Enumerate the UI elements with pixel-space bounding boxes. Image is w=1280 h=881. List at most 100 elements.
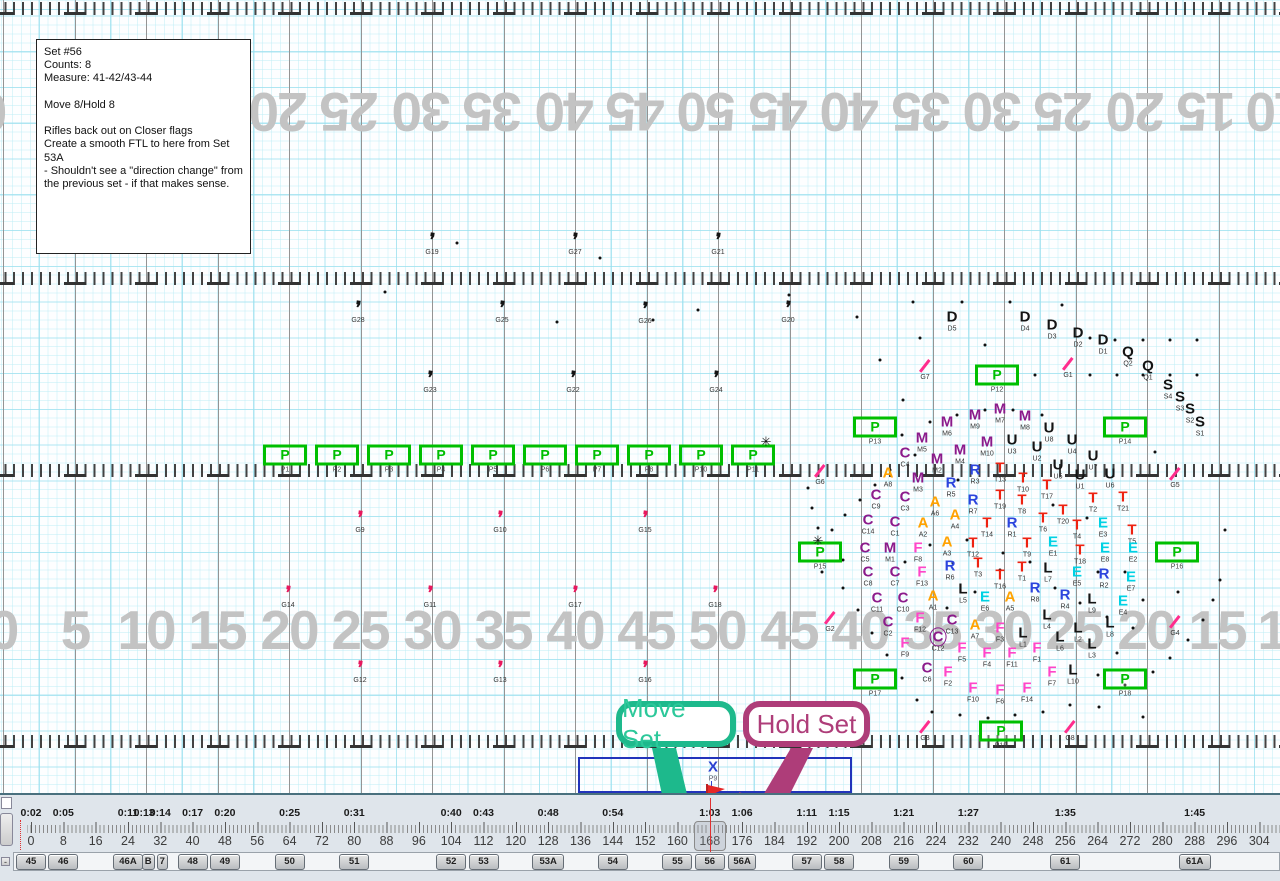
performer-dot[interactable]: [651, 318, 655, 322]
performer-marker[interactable]: M M9: [969, 407, 982, 430]
performer-dot[interactable]: [1176, 590, 1180, 594]
performer-marker[interactable]: F F11: [1006, 645, 1018, 668]
pit-marker-box[interactable]: P P2: [315, 444, 359, 474]
performer-marker[interactable]: T T18: [1074, 542, 1086, 565]
performer-dot[interactable]: [1195, 338, 1199, 342]
guard-flag-marker[interactable]: ❜ G15: [638, 508, 651, 534]
performer-marker[interactable]: S S3: [1175, 389, 1185, 412]
pit-marker-box[interactable]: P P8: [627, 444, 671, 474]
pit-marker-box[interactable]: P P6: [523, 444, 567, 474]
performer-dot[interactable]: [696, 308, 700, 312]
performer-marker[interactable]: U U2: [1032, 439, 1043, 462]
guard-slash-marker[interactable]: G2: [824, 610, 836, 633]
pit-marker-box[interactable]: P P7: [575, 444, 619, 474]
guard-flag-marker[interactable]: ❜ G12: [353, 658, 366, 684]
guard-flag-marker[interactable]: ❜ G14: [281, 583, 294, 609]
performer-marker[interactable]: Q Q2: [1122, 344, 1134, 367]
guard-flag-marker[interactable]: ❜ G25: [495, 298, 508, 324]
performer-marker[interactable]: F F2: [943, 664, 952, 687]
performer-dot[interactable]: [455, 241, 459, 245]
performer-dot[interactable]: [928, 420, 932, 424]
timeline-left-handle[interactable]: -: [1, 857, 10, 867]
guard-flag-marker[interactable]: ❜ G19: [425, 230, 438, 256]
guard-flag-marker[interactable]: ❜ G26: [638, 299, 651, 325]
performer-marker[interactable]: S S4: [1163, 377, 1173, 400]
performer-marker[interactable]: M M7: [994, 401, 1007, 424]
performer-marker[interactable]: A A4: [950, 507, 961, 530]
performer-marker[interactable]: T T13: [994, 460, 1006, 483]
performer-dot[interactable]: [1040, 413, 1044, 417]
performer-dot[interactable]: [1113, 338, 1117, 342]
performer-dot[interactable]: [787, 293, 791, 297]
performer-marker[interactable]: T T1: [1017, 559, 1026, 582]
performer-marker[interactable]: U U8: [1044, 420, 1055, 443]
guard-flag-marker[interactable]: ❜ G18: [708, 583, 721, 609]
performer-marker[interactable]: F F9: [900, 635, 909, 658]
performer-dot[interactable]: [1211, 598, 1215, 602]
performer-marker[interactable]: R R3: [970, 462, 981, 485]
performer-dot[interactable]: [1053, 586, 1057, 590]
performer-dot[interactable]: [1218, 578, 1222, 582]
pit-marker-box[interactable]: P P18: [1103, 668, 1147, 698]
performer-marker[interactable]: R R2: [1099, 566, 1110, 589]
performer-dot[interactable]: [1151, 670, 1155, 674]
performer-dot[interactable]: [945, 606, 949, 610]
performer-marker[interactable]: Q Q1: [1142, 358, 1154, 381]
performer-marker[interactable]: F F1: [1032, 640, 1041, 663]
performer-marker[interactable]: A A6: [930, 494, 941, 517]
performer-dot[interactable]: [900, 433, 904, 437]
performer-dot[interactable]: [930, 710, 934, 714]
performer-marker[interactable]: L L4: [1042, 607, 1051, 630]
performer-marker[interactable]: C C6: [922, 660, 933, 683]
performer-marker[interactable]: A A8: [883, 465, 894, 488]
performer-dot[interactable]: [1096, 673, 1100, 677]
performer-dot[interactable]: [1223, 528, 1227, 532]
performer-dot[interactable]: [983, 408, 987, 412]
set-button-55[interactable]: 55: [662, 853, 693, 870]
performer-marker[interactable]: E E7: [1126, 569, 1136, 592]
performer-dot[interactable]: [855, 315, 859, 319]
performer-marker[interactable]: C C13: [946, 612, 959, 635]
performer-marker[interactable]: C C2: [883, 614, 894, 637]
guard-slash-marker[interactable]: G1: [1062, 356, 1074, 379]
set-button-B[interactable]: B: [141, 853, 155, 870]
performer-dot[interactable]: [960, 300, 964, 304]
set-button-45[interactable]: 45: [16, 853, 46, 870]
pit-marker-box[interactable]: P P3: [367, 444, 411, 474]
performer-marker[interactable]: M M8: [1019, 408, 1032, 431]
performer-marker[interactable]: F F14: [1021, 680, 1033, 703]
performer-marker[interactable]: S S2: [1185, 401, 1195, 424]
performer-marker[interactable]: A A7: [970, 617, 981, 640]
field-canvas[interactable]: Set #56 Counts: 8 Measure: 41-42/43-44 Mov…: [0, 0, 1280, 793]
performer-marker[interactable]: E E4: [1118, 593, 1128, 616]
set-button-52[interactable]: 52: [436, 853, 467, 870]
performer-dot[interactable]: [915, 698, 919, 702]
performer-marker[interactable]: U U3: [1007, 432, 1018, 455]
performer-dot[interactable]: [958, 713, 962, 717]
guard-flag-marker[interactable]: ❜ G21: [711, 230, 724, 256]
performer-marker[interactable]: F F5: [957, 640, 966, 663]
performer-marker[interactable]: L L3: [1087, 636, 1096, 659]
performer-marker[interactable]: R R8: [1030, 580, 1041, 603]
timeline-panel[interactable]: - 0:02 0:05 0:11 0:13 0:14 0:17 0:20 0:25 0:31 0:…: [0, 793, 1280, 881]
performer-marker[interactable]: F F10: [967, 680, 979, 703]
set-button-46[interactable]: 46: [48, 853, 79, 870]
performer-marker[interactable]: R R1: [1007, 515, 1018, 538]
performer-dot[interactable]: [911, 300, 915, 304]
guard-flag-marker[interactable]: ❜ G9: [355, 508, 364, 534]
performer-marker[interactable]: T T10: [1017, 470, 1029, 493]
set-button-61[interactable]: 61: [1050, 853, 1081, 870]
performer-marker[interactable]: M M1: [884, 540, 897, 563]
guard-slash-marker[interactable]: G3: [919, 719, 931, 742]
performer-marker[interactable]: R R4: [1060, 587, 1071, 610]
guard-flag-marker[interactable]: ❜ G11: [424, 583, 437, 609]
performer-marker[interactable]: L L1: [1018, 625, 1027, 648]
performer-marker[interactable]: T T3: [973, 555, 982, 578]
performer-dot[interactable]: [903, 560, 907, 564]
performer-marker[interactable]: E E6: [980, 589, 990, 612]
guard-flag-marker[interactable]: ❜ G20: [781, 298, 794, 324]
set-button-57[interactable]: 57: [791, 853, 822, 870]
performer-dot[interactable]: [900, 676, 904, 680]
performer-marker[interactable]: R R6: [945, 558, 956, 581]
guard-slash-marker[interactable]: G5: [1169, 466, 1181, 489]
